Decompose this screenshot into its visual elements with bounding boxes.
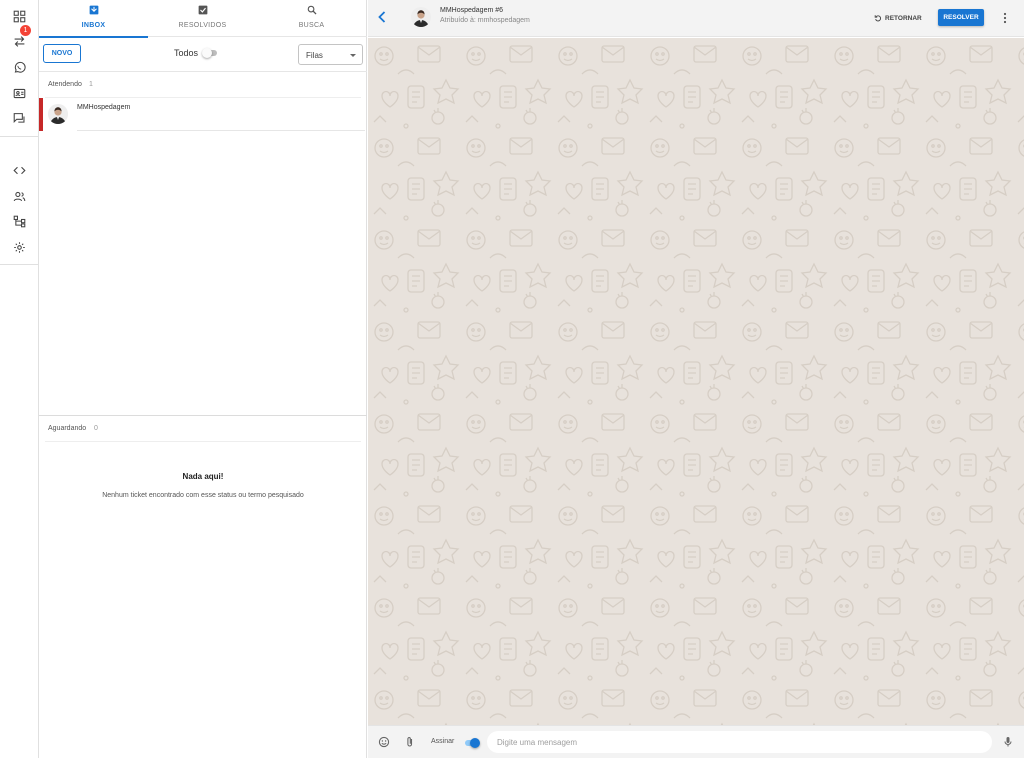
tab-label: BUSCA xyxy=(298,22,325,29)
navigation-rail: 1 xyxy=(0,0,39,758)
section-count: 1 xyxy=(89,81,93,88)
doodle-wallpaper xyxy=(368,38,1024,725)
attach-icon[interactable] xyxy=(404,736,416,748)
users-icon[interactable] xyxy=(7,186,31,206)
chat-header: MMHospedagem #6 Atribuído à: mmhospedage… xyxy=(368,0,1024,37)
return-button[interactable]: RETORNAR xyxy=(874,10,930,26)
contacts-icon[interactable] xyxy=(7,83,31,103)
code-icon[interactable] xyxy=(7,160,31,180)
assigned-to: Atribuído à: mmhospedagem xyxy=(440,17,530,24)
tab-label: RESOLVIDOS xyxy=(178,22,227,29)
tickets-icon[interactable]: 1 xyxy=(7,25,31,51)
section-title: Atendendo xyxy=(48,81,82,88)
empty-state-title: Nada aqui! xyxy=(182,472,224,481)
open-section-header: Atendendo 1 xyxy=(39,72,367,98)
ticket-status-bar xyxy=(39,98,43,131)
message-input[interactable] xyxy=(487,731,992,753)
toggle-knob xyxy=(470,738,480,748)
search-icon xyxy=(307,5,317,15)
notification-badge: 1 xyxy=(20,25,31,36)
check-box-icon xyxy=(198,5,207,15)
ticket-toolbar: NOVO Todos Filas xyxy=(39,37,367,72)
empty-state-subtitle: Nenhum ticket encontrado com esse status… xyxy=(102,492,304,499)
messages-area[interactable] xyxy=(368,38,1024,725)
ticket-item[interactable]: MMHospedagem xyxy=(39,98,367,131)
rail-divider xyxy=(0,136,38,137)
section-title: Aguardando xyxy=(48,425,87,432)
show-all-label: Todos xyxy=(174,48,199,58)
chat-panel: MMHospedagem #6 Atribuído à: mmhospedage… xyxy=(368,0,1024,758)
caret-down-icon xyxy=(350,54,356,57)
message-composer: Assinar xyxy=(368,725,1024,758)
resolve-button[interactable]: RESOLVER xyxy=(938,9,984,26)
tickets-panel: INBOX RESOLVIDOS BUSCA NOVO Todos Filas … xyxy=(39,0,367,758)
return-button-label: RETORNAR xyxy=(885,14,922,22)
section-count: 0 xyxy=(94,425,98,432)
quick-answers-icon[interactable] xyxy=(7,108,31,128)
undo-icon xyxy=(874,15,882,22)
emoji-icon[interactable] xyxy=(378,736,390,748)
ticket-contact-name: MMHospedagem xyxy=(77,104,131,111)
tab-resolvidos[interactable]: RESOLVIDOS xyxy=(148,0,257,37)
whatsapp-icon[interactable] xyxy=(7,57,31,77)
inbox-icon xyxy=(89,5,98,15)
tab-label: INBOX xyxy=(81,22,106,29)
chevron-left-icon[interactable] xyxy=(376,10,388,24)
sign-toggle[interactable] xyxy=(465,738,480,748)
show-all-toggle[interactable] xyxy=(202,48,217,58)
microphone-icon[interactable] xyxy=(1002,736,1014,748)
tab-busca[interactable]: BUSCA xyxy=(257,0,366,37)
contact-avatar[interactable] xyxy=(411,7,431,27)
queue-select-value: Filas xyxy=(306,51,323,60)
tab-inbox[interactable]: INBOX xyxy=(39,0,148,38)
new-ticket-button[interactable]: NOVO xyxy=(43,44,81,63)
queue-select[interactable]: Filas xyxy=(298,44,363,65)
toggle-knob xyxy=(202,48,212,58)
settings-icon[interactable] xyxy=(7,237,31,257)
contact-name[interactable]: MMHospedagem #6 xyxy=(440,7,503,14)
pending-section-header: Aguardando 0 xyxy=(39,416,367,442)
rail-divider xyxy=(0,264,38,265)
avatar xyxy=(48,104,68,124)
more-vert-icon[interactable] xyxy=(1000,11,1010,25)
divider xyxy=(77,130,365,131)
queues-icon[interactable] xyxy=(7,211,31,231)
sign-label: Assinar xyxy=(431,738,455,745)
dashboard-icon[interactable] xyxy=(7,6,31,26)
ticket-tabs: INBOX RESOLVIDOS BUSCA xyxy=(39,0,367,38)
divider xyxy=(45,441,361,442)
